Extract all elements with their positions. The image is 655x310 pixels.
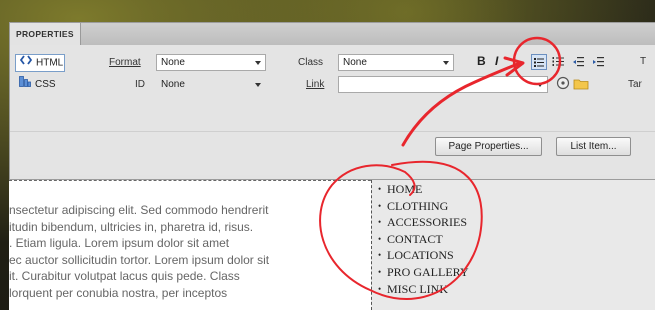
- nav-item-misc-link[interactable]: MISC LINK: [378, 281, 469, 298]
- nav-item-contact[interactable]: CONTACT: [378, 231, 469, 248]
- chevron-down-icon: [255, 83, 261, 87]
- panel-divider: [10, 131, 655, 132]
- unordered-list-button[interactable]: [531, 54, 547, 70]
- target-label: Tar: [628, 79, 642, 90]
- css-icon: [19, 76, 31, 93]
- nav-item-pro-gallery[interactable]: PRO GALLERY: [378, 264, 469, 281]
- title-label: T: [640, 56, 647, 67]
- format-value: None: [161, 57, 185, 68]
- panel-tab-bar: PROPERTIES: [10, 23, 655, 46]
- id-select[interactable]: None: [156, 76, 266, 93]
- chevron-down-icon: [255, 61, 261, 65]
- id-value: None: [161, 79, 185, 90]
- bold-button[interactable]: B: [477, 54, 486, 68]
- text-line: itudin bibendum, ultricies in, pharetra …: [9, 219, 254, 234]
- design-view: nsectetur adipiscing elit. Sed commodo h…: [9, 180, 655, 310]
- class-label: Class: [298, 57, 324, 68]
- class-value: None: [343, 57, 367, 68]
- folder-icon[interactable]: [573, 77, 589, 95]
- text-line: nsectetur adipiscing elit. Sed commodo h…: [9, 203, 269, 217]
- id-label: ID: [135, 79, 145, 90]
- css-mode-button[interactable]: CSS: [15, 76, 65, 94]
- point-to-file-icon[interactable]: [556, 76, 570, 95]
- html-mode-label: HTML: [36, 57, 64, 69]
- text-line: . Etiam ligula. Lorem ipsum dolor sit am…: [9, 236, 230, 250]
- page-properties-button[interactable]: Page Properties...: [435, 137, 542, 156]
- chevron-down-icon: [537, 83, 543, 87]
- nav-list: HOME CLOTHING ACCESSORIES CONTACT LOCATI…: [378, 181, 469, 297]
- ordered-list-icon: [552, 57, 564, 66]
- italic-button[interactable]: I: [495, 54, 498, 68]
- text-line: ec auctor sollicitudin tortor. Lorem ips…: [9, 252, 270, 267]
- indent-button[interactable]: [591, 54, 607, 70]
- chevron-down-icon: [443, 61, 449, 65]
- css-mode-label: CSS: [35, 79, 56, 91]
- ordered-list-button[interactable]: [551, 54, 567, 70]
- link-label: Link: [306, 79, 325, 90]
- unordered-list-icon: [534, 58, 544, 67]
- nav-item-home[interactable]: HOME: [378, 181, 469, 198]
- properties-panel: PROPERTIES HTML CSS Format None ID None …: [9, 22, 655, 180]
- text-line: it. Curabitur volutpat lacus quis pede. …: [9, 269, 240, 283]
- nav-list-container: HOME CLOTHING ACCESSORIES CONTACT LOCATI…: [371, 180, 655, 310]
- properties-body: HTML CSS Format None ID None Class None …: [10, 45, 655, 175]
- nav-item-accessories[interactable]: ACCESSORIES: [378, 214, 469, 231]
- format-label: Format: [109, 57, 141, 68]
- link-input[interactable]: [338, 76, 548, 93]
- html-tag-icon: [19, 55, 33, 71]
- outdent-icon: [573, 57, 584, 67]
- outdent-button[interactable]: [571, 54, 587, 70]
- list-item-button[interactable]: List Item...: [556, 137, 631, 156]
- body-text: nsectetur adipiscing elit. Sed commodo h…: [9, 202, 361, 301]
- nav-item-clothing[interactable]: CLOTHING: [378, 198, 469, 215]
- format-select[interactable]: None: [156, 54, 266, 71]
- indent-icon: [593, 57, 604, 67]
- html-mode-button[interactable]: HTML: [15, 54, 65, 72]
- tab-properties[interactable]: PROPERTIES: [10, 23, 81, 45]
- class-select[interactable]: None: [338, 54, 454, 71]
- text-line: lorquent per conubia nostra, per incepto…: [9, 285, 228, 300]
- nav-item-locations[interactable]: LOCATIONS: [378, 247, 469, 264]
